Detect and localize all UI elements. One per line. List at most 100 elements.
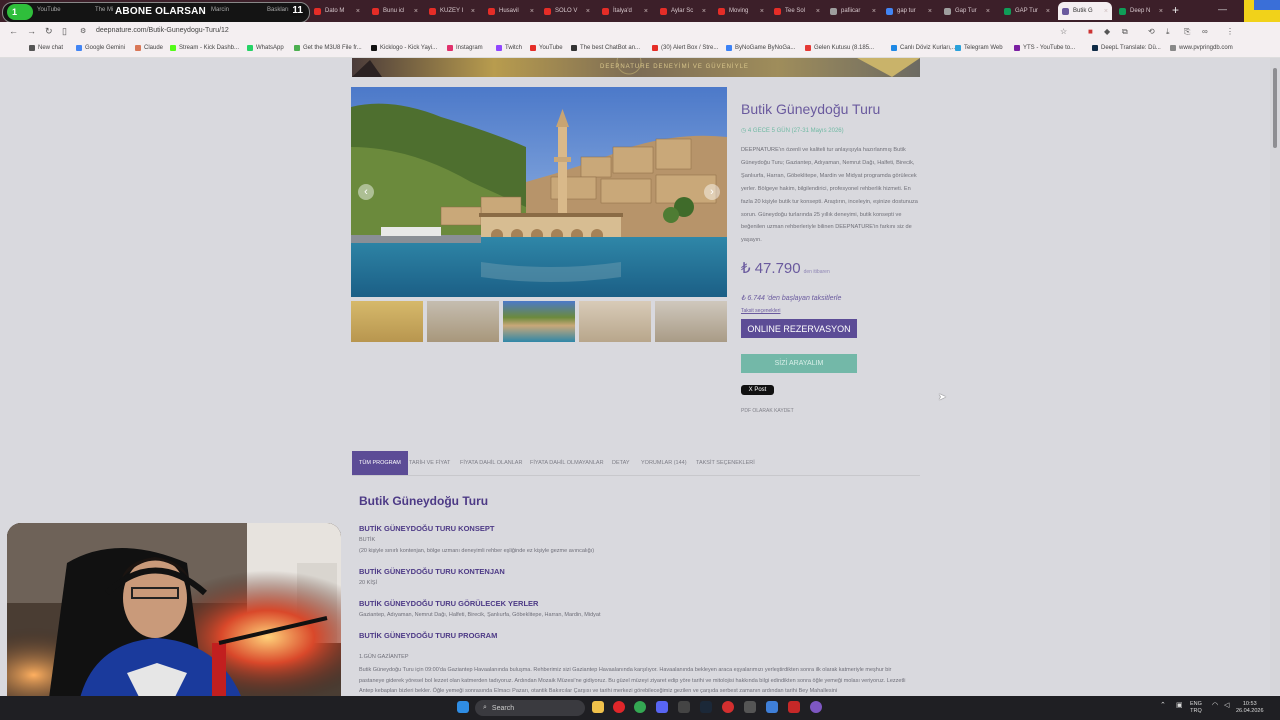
bookmark-item[interactable]: New chat <box>29 45 63 51</box>
tab-close-icon[interactable]: × <box>586 8 590 15</box>
app-icon[interactable] <box>788 701 800 713</box>
thumbnail-image[interactable] <box>579 301 651 342</box>
browser-tab[interactable]: pafiicar × <box>826 2 880 20</box>
call-me-button[interactable]: SİZİ ARAYALIM <box>741 354 857 373</box>
bookmark-item[interactable]: Get the M3U8 File fr... <box>294 45 362 51</box>
thumbnail-image[interactable] <box>351 301 423 342</box>
taskbar-search[interactable]: ⌕ Search <box>475 700 585 716</box>
browser-tab[interactable]: Deep N × <box>1115 2 1167 20</box>
site-info-icon[interactable]: ⚙ <box>80 27 86 35</box>
browser-tab[interactable]: Tee Sol × <box>770 2 824 20</box>
browser-tab[interactable]: Gap Tur × <box>940 2 994 20</box>
bookmark-item[interactable]: YTS - YouTube to... <box>1014 45 1075 51</box>
thumbnail-image[interactable] <box>427 301 499 342</box>
bookmark-item[interactable]: The best ChatBot an... <box>571 45 640 51</box>
browser-tab[interactable]: Butik G × <box>1058 2 1112 20</box>
browser-tab[interactable]: Moving × <box>714 2 768 20</box>
tour-hero-image[interactable]: ‹ › <box>351 87 727 297</box>
tab-close-icon[interactable]: × <box>356 8 360 15</box>
window-minimize-button[interactable]: — <box>1218 4 1227 14</box>
sidebar-icon[interactable]: ▯ <box>62 26 67 37</box>
x-post-button[interactable]: X Post <box>741 385 774 395</box>
history-icon[interactable]: ⟲ <box>1148 27 1155 36</box>
link-icon[interactable]: ∞ <box>1202 27 1208 36</box>
chrome-icon[interactable] <box>634 701 646 713</box>
tab-fiyata-dahil[interactable]: FİYATA DAHİL OLANLAR <box>460 451 522 475</box>
copy-icon[interactable]: ⎘ <box>1184 27 1190 37</box>
bookmark-item[interactable]: Gelen Kutusu (8.185... <box>805 45 874 51</box>
clock[interactable]: 10:53 26.04.2026 <box>1236 701 1264 715</box>
bookmark-item[interactable]: Kicklogo - Kick Yayi... <box>371 45 437 51</box>
browser-tab[interactable]: gap tur × <box>882 2 936 20</box>
thumbnail-image[interactable] <box>655 301 727 342</box>
browser-tab[interactable]: KUZEY I × <box>425 2 479 20</box>
new-tab-button[interactable]: + <box>1172 3 1179 17</box>
bookmark-star-icon[interactable]: ☆ <box>1060 27 1067 36</box>
volume-icon[interactable]: ◁ <box>1224 702 1229 709</box>
app-icon[interactable] <box>722 701 734 713</box>
reload-icon[interactable]: ↻ <box>45 26 53 37</box>
tab-tarih-ve-fiyat[interactable]: TARİH VE FİYAT <box>409 451 450 475</box>
browser-tab[interactable]: İtalya'd × <box>598 2 652 20</box>
wifi-icon[interactable]: ◠ <box>1212 702 1218 709</box>
tab-close-icon[interactable]: × <box>1104 8 1108 15</box>
tab-close-icon[interactable]: × <box>1159 8 1163 15</box>
bookmark-item[interactable]: WhatsApp <box>247 45 284 51</box>
url-field[interactable]: deepnature.com/Butik-Guneydogu-Turu/12 <box>96 27 229 34</box>
extension-icon[interactable]: ◆ <box>1104 27 1110 36</box>
tab-close-icon[interactable]: × <box>644 8 648 15</box>
app-icon[interactable] <box>744 701 756 713</box>
steam-icon[interactable] <box>700 701 712 713</box>
tab-close-icon[interactable]: × <box>530 8 534 15</box>
windows-start-icon[interactable] <box>457 701 469 713</box>
browser-tab[interactable]: GAP Tur × <box>1000 2 1054 20</box>
browser-tab[interactable]: Bunu icl × <box>368 2 422 20</box>
file-explorer-icon[interactable] <box>592 701 604 713</box>
carousel-prev-button[interactable]: ‹ <box>358 184 374 200</box>
browser-tab[interactable]: Husavil × <box>484 2 538 20</box>
opera-icon[interactable] <box>613 701 625 713</box>
tab-fiyata-dahil-olmayan[interactable]: FİYATA DAHİL OLMAYANLAR <box>530 451 604 475</box>
tray-chevron-icon[interactable]: ⌃ <box>1160 702 1166 709</box>
tab-close-icon[interactable]: × <box>471 8 475 15</box>
bookmark-item[interactable]: YouTube <box>530 45 563 51</box>
app-icon[interactable] <box>678 701 690 713</box>
tray-app-icon[interactable]: ▣ <box>1176 702 1183 709</box>
bookmark-item[interactable]: Instagram <box>447 45 483 51</box>
tab-close-icon[interactable]: × <box>816 8 820 15</box>
bookmark-item[interactable]: Stream - Kick Dashb... <box>170 45 239 51</box>
tab-taksit[interactable]: TAKSİT SEÇENEKLERİ <box>696 451 755 475</box>
bookmark-item[interactable]: Google Gemini <box>76 45 125 51</box>
extension-icon[interactable]: ■ <box>1088 27 1093 36</box>
page-scrollbar[interactable] <box>1270 58 1280 695</box>
bookmark-item[interactable]: www.pvpringdb.com <box>1170 45 1233 51</box>
app-icon[interactable] <box>766 701 778 713</box>
bookmark-item[interactable]: Twitch <box>496 45 522 51</box>
bookmark-item[interactable]: Canlı Döviz Kurları,... <box>891 45 957 51</box>
bookmark-item[interactable]: (30) Alert Box / Stre... <box>652 45 718 51</box>
browser-tab[interactable]: Dato M × <box>310 2 364 20</box>
browser-tab[interactable]: SOLO V × <box>540 2 594 20</box>
language-indicator[interactable]: ENG TRQ <box>1190 701 1202 715</box>
bookmark-item[interactable]: Telegram Web <box>955 45 1003 51</box>
tab-yorumlar[interactable]: YORUMLAR (144) <box>641 451 687 475</box>
thumbnail-image-active[interactable] <box>503 301 575 342</box>
tab-close-icon[interactable]: × <box>702 8 706 15</box>
carousel-next-button[interactable]: › <box>704 184 720 200</box>
online-reservation-button[interactable]: ONLINE REZERVASYON <box>741 319 857 338</box>
tab-detay[interactable]: DETAY <box>612 451 630 475</box>
app-icon[interactable] <box>810 701 822 713</box>
tab-close-icon[interactable]: × <box>414 8 418 15</box>
bookmark-item[interactable]: DeepL Translate: Dü... <box>1092 45 1161 51</box>
save-as-pdf-link[interactable]: PDF OLARAK KAYDET <box>741 408 794 414</box>
tab-close-icon[interactable]: × <box>1046 8 1050 15</box>
discord-icon[interactable] <box>656 701 668 713</box>
download-icon[interactable]: ⤓ <box>1166 27 1170 37</box>
tab-close-icon[interactable]: × <box>872 8 876 15</box>
bookmark-item[interactable]: Claude <box>135 45 163 51</box>
forward-icon[interactable]: → <box>27 26 36 36</box>
installment-options-link[interactable]: Taksit seçenekleri <box>741 308 780 314</box>
tab-close-icon[interactable]: × <box>986 8 990 15</box>
browser-tab[interactable]: Aylar Sc × <box>656 2 710 20</box>
menu-icon[interactable]: ⋮ <box>1226 27 1234 36</box>
